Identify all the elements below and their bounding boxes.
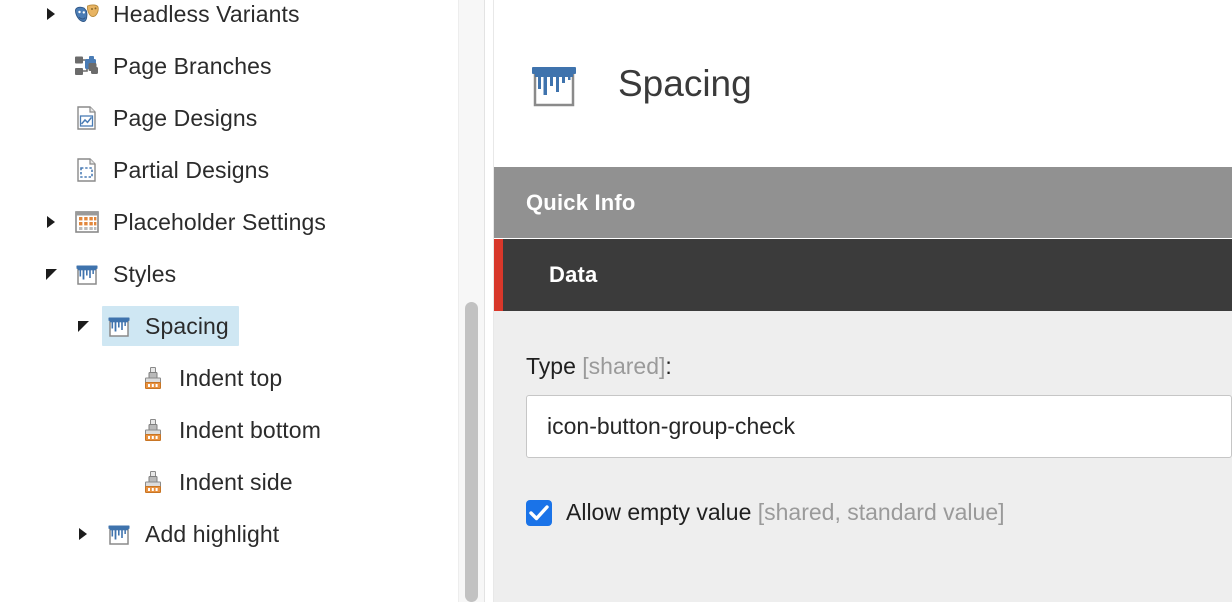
type-label-colon: : — [665, 353, 672, 379]
sidebar-item-headless-variants[interactable]: Headless Variants — [0, 0, 458, 40]
scrollbar-thumb[interactable] — [465, 302, 478, 602]
partial-designs-icon — [77, 158, 96, 182]
sidebar-item-label: Spacing — [145, 312, 229, 339]
content-tree-panel: Headless Variants Page Branches Page Desig… — [0, 0, 458, 602]
masks-icon — [75, 4, 99, 22]
sidebar-item-label: Page Designs — [113, 104, 258, 131]
paint-bucket-icon — [526, 56, 582, 112]
paint-bucket-icon — [108, 317, 130, 337]
sidebar-item-styles[interactable]: Styles — [0, 248, 458, 300]
quick-info-label: Quick Info — [526, 189, 636, 215]
type-field-label: Type [shared]: — [526, 353, 1232, 380]
sidebar-item-partial-designs[interactable]: Partial Designs — [0, 144, 458, 196]
type-label-text: Type — [526, 353, 576, 379]
sidebar-item-spacing[interactable]: Spacing — [0, 300, 458, 352]
sidebar-item-label: Add highlight — [145, 520, 280, 547]
sidebar-item-indent-bottom[interactable]: Indent bottom — [0, 404, 458, 456]
paintbrush-icon — [145, 471, 161, 493]
panel-divider — [484, 0, 494, 602]
allow-empty-value-label: Allow empty value [shared, standard valu… — [566, 499, 1005, 526]
sidebar-item-add-highlight[interactable]: Add highlight — [0, 508, 458, 560]
page-branches-icon — [75, 56, 98, 75]
item-detail-panel: Spacing Quick Info Data Type [shared]: i… — [494, 0, 1232, 602]
sidebar-item-label: Partial Designs — [113, 156, 270, 183]
chevron-right-icon[interactable] — [42, 0, 60, 40]
paint-bucket-icon — [108, 525, 130, 545]
allow-empty-value-checkbox[interactable] — [526, 499, 552, 526]
chevron-right-icon[interactable] — [42, 196, 60, 248]
sidebar-item-label: Page Branches — [113, 52, 272, 79]
paintbrush-icon — [145, 367, 161, 389]
type-input-value: icon-button-group-check — [547, 413, 796, 439]
sidebar-item-label: Indent side — [179, 468, 293, 495]
sidebar-item-label: Indent top — [179, 364, 283, 391]
tree-vertical-scrollbar[interactable] — [458, 0, 484, 602]
data-section-form: Type [shared]: icon-button-group-check A… — [494, 311, 1232, 602]
content-tree: Headless Variants Page Branches Page Desig… — [0, 0, 458, 560]
sidebar-item-page-designs[interactable]: Page Designs — [0, 92, 458, 144]
allow-empty-value-row[interactable]: Allow empty value [shared, standard valu… — [526, 499, 1232, 526]
section-header-quick-info[interactable]: Quick Info — [494, 167, 1232, 238]
placeholder-settings-icon — [75, 211, 99, 233]
section-header-data[interactable]: Data — [494, 239, 1232, 311]
allow-empty-value-text: Allow empty value — [566, 499, 752, 525]
paintbrush-icon — [145, 419, 161, 441]
paint-bucket-icon — [76, 265, 98, 285]
sidebar-item-page-branches[interactable]: Page Branches — [0, 40, 458, 92]
sidebar-item-indent-top[interactable]: Indent top — [0, 352, 458, 404]
page-title: Spacing — [618, 62, 752, 104]
chevron-down-icon[interactable] — [42, 248, 60, 300]
application-window: Headless Variants Page Branches Page Desig… — [0, 0, 1232, 602]
allow-empty-value-shared-tag: [shared, standard value] — [757, 499, 1005, 525]
sidebar-item-indent-side[interactable]: Indent side — [0, 456, 458, 508]
type-input[interactable]: icon-button-group-check — [526, 395, 1232, 458]
detail-header: Spacing — [494, 0, 1232, 167]
sidebar-item-label: Headless Variants — [113, 0, 300, 27]
chevron-right-icon[interactable] — [74, 508, 92, 560]
chevron-down-icon[interactable] — [74, 300, 92, 352]
sidebar-item-label: Styles — [113, 260, 177, 287]
sidebar-item-label: Placeholder Settings — [113, 208, 326, 235]
sidebar-item-placeholder-settings[interactable]: Placeholder Settings — [0, 196, 458, 248]
check-icon — [529, 504, 549, 520]
sidebar-item-label: Indent bottom — [179, 416, 321, 443]
data-label: Data — [549, 262, 598, 287]
type-label-shared-tag: [shared] — [582, 353, 666, 379]
page-designs-icon — [77, 106, 96, 130]
